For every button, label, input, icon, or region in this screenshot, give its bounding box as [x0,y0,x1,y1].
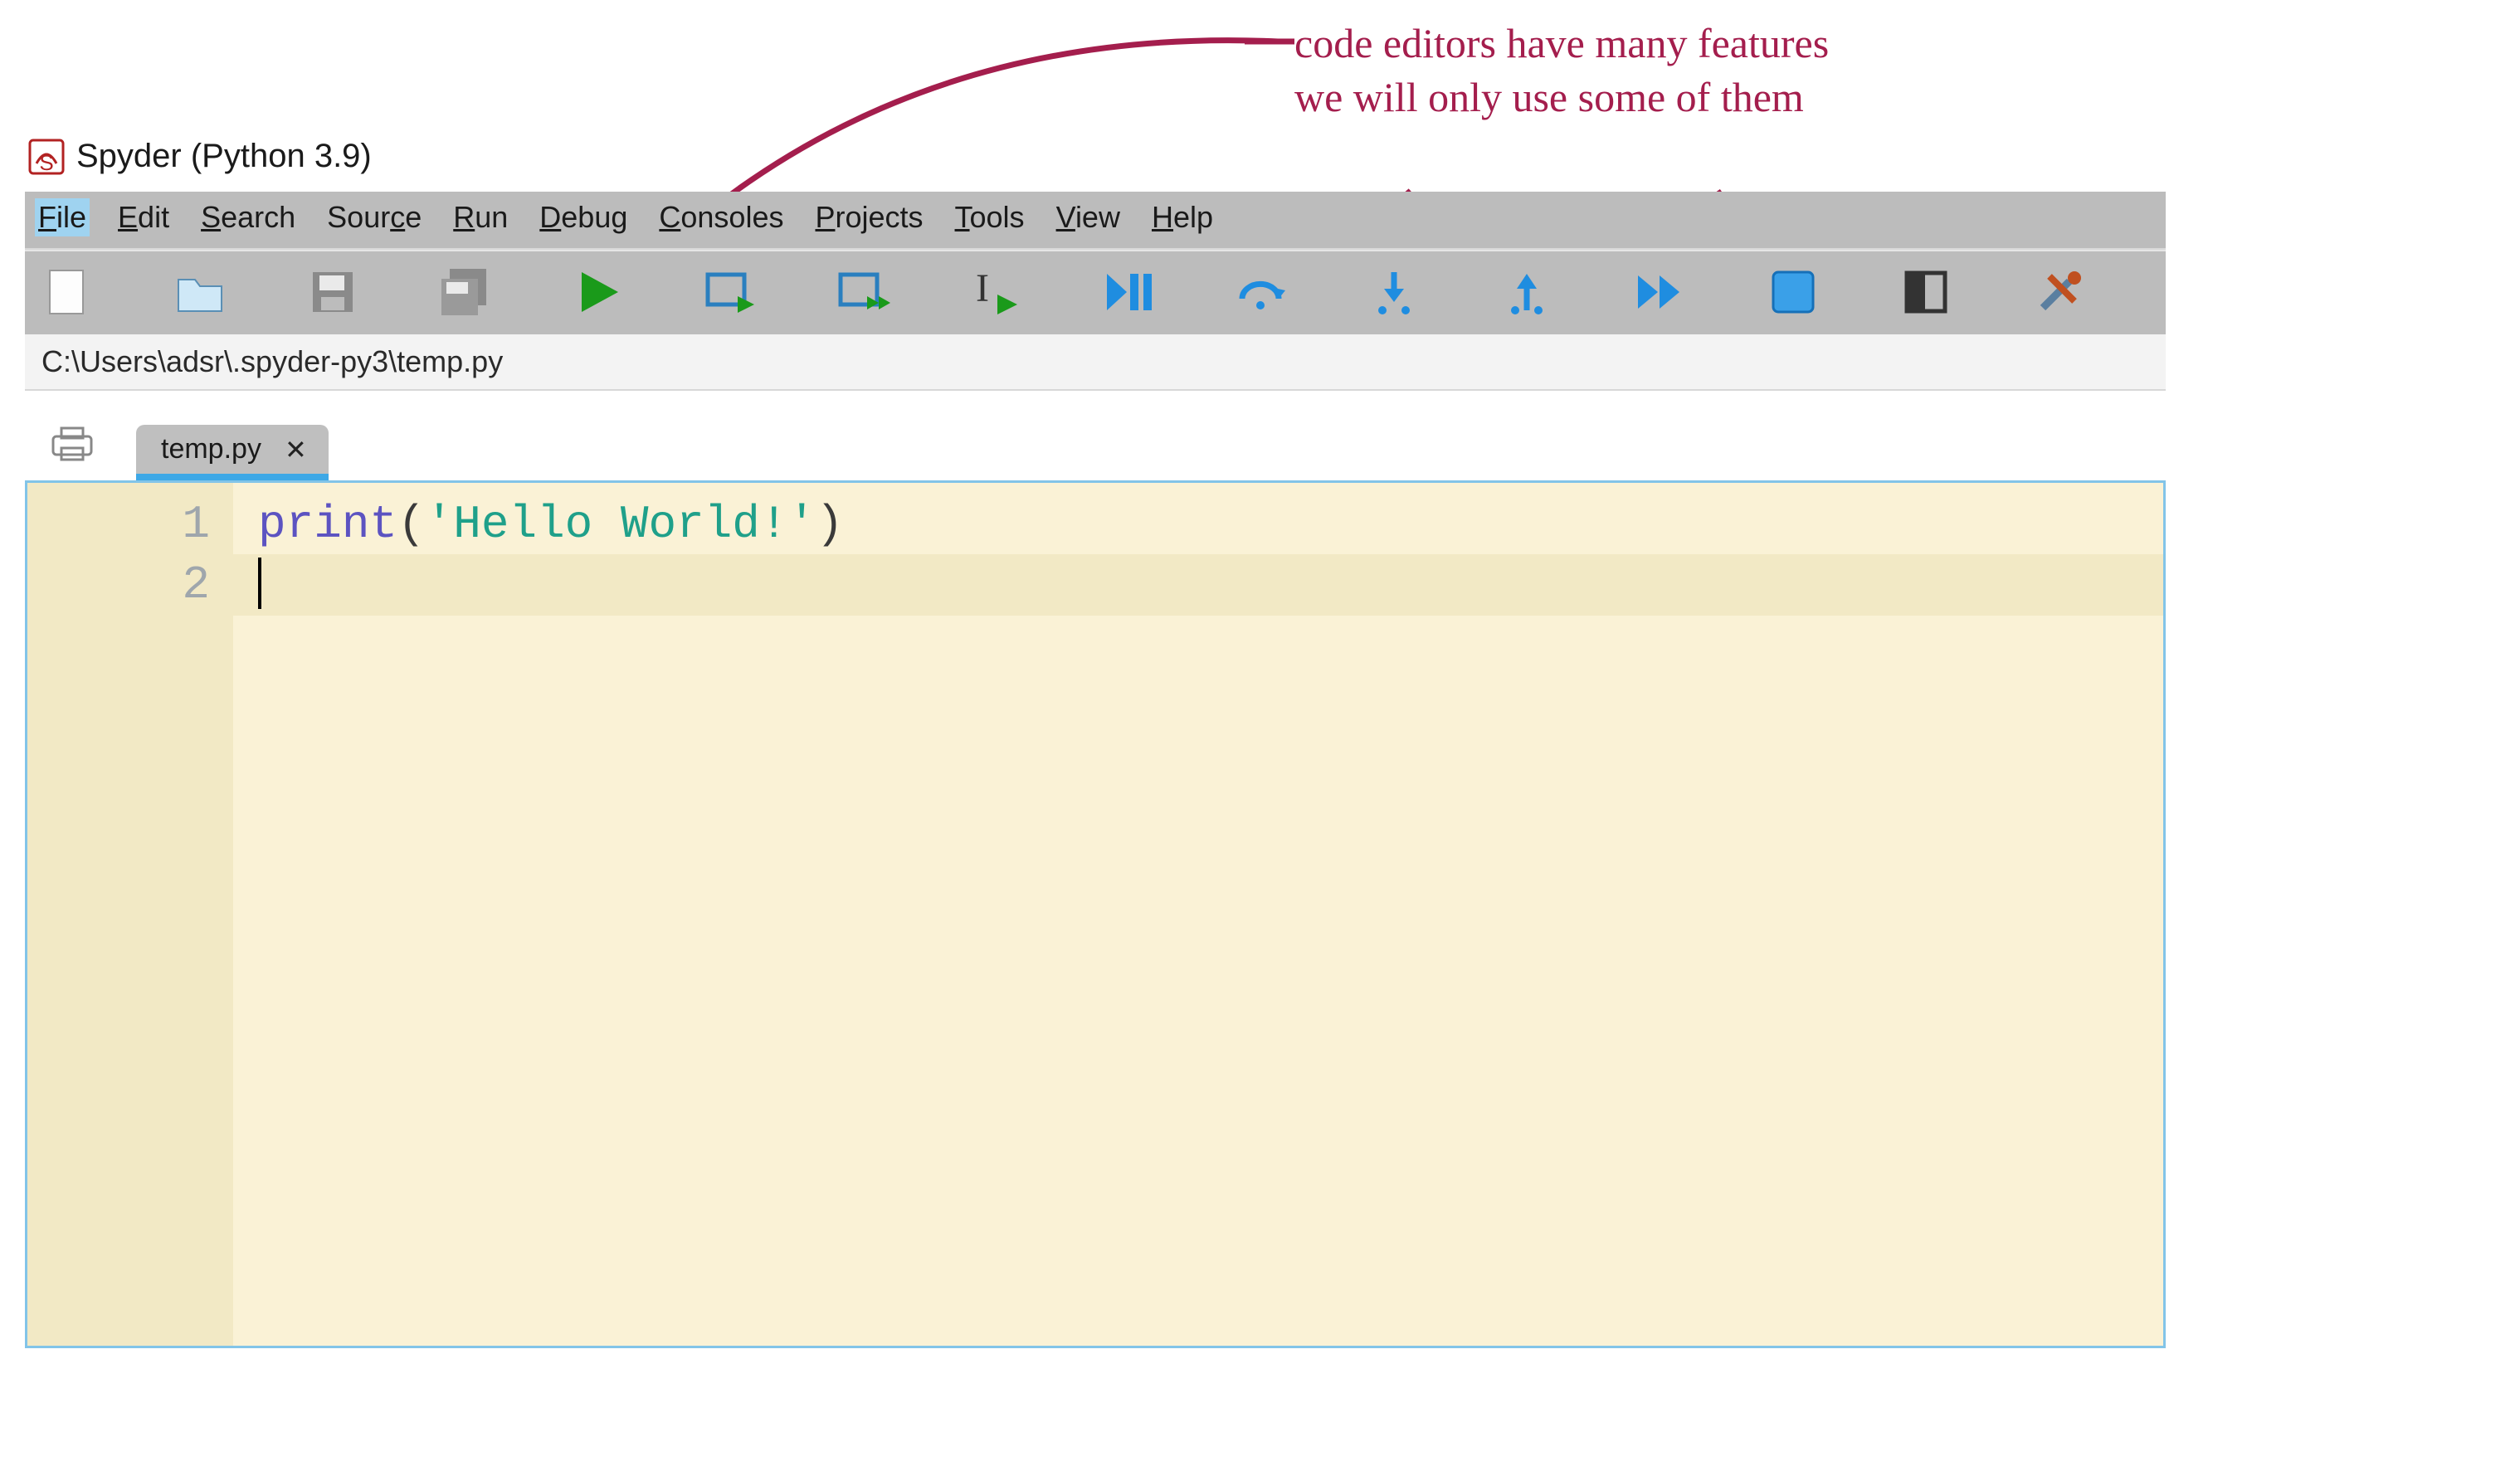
code-token-close: ) [816,498,844,551]
open-file-icon[interactable] [173,265,227,319]
menu-projects[interactable]: Projects [812,198,926,236]
svg-text:I: I [976,268,989,310]
svg-text:S: S [39,150,53,175]
menu-view[interactable]: View [1053,198,1124,236]
preferences-icon[interactable] [2031,265,2086,319]
run-cell-icon[interactable] [704,265,758,319]
close-icon[interactable]: ✕ [281,434,310,465]
toolbar: I [25,250,2166,334]
current-line-highlight [233,554,2163,616]
line-gutter: 1 2 [27,483,233,1346]
menu-search[interactable]: Search [197,198,299,236]
run-icon[interactable] [571,265,626,319]
window-title: Spyder (Python 3.9) [76,138,372,175]
max-window-icon[interactable] [1899,265,1953,319]
spyder-logo-icon: S [28,139,65,175]
print-icon[interactable] [50,425,95,461]
menu-edit[interactable]: Edit [115,198,173,236]
menu-file[interactable]: File [35,198,90,236]
code-line-1: print('Hello World!') [258,494,2163,555]
line-number: 2 [27,555,210,616]
menu-run[interactable]: Run [450,198,511,236]
new-file-icon[interactable] [40,265,95,319]
debug-icon[interactable] [1102,265,1157,319]
menu-tools[interactable]: Tools [952,198,1028,236]
menu-consoles[interactable]: Consoles [656,198,787,236]
editor-tab[interactable]: temp.py ✕ [136,425,329,480]
code-editor[interactable]: 1 2 print('Hello World!') [25,480,2166,1348]
step-over-icon[interactable] [1235,265,1289,319]
spyder-window: S Spyder (Python 3.9) File Edit Search Sour… [25,133,2166,1348]
text-cursor [258,558,261,609]
code-token-open: ( [397,498,426,551]
annotation-features: code editors have many features we will … [1294,17,1829,124]
menu-source[interactable]: Source [324,198,425,236]
menu-debug[interactable]: Debug [536,198,631,236]
menu-help[interactable]: Help [1148,198,1216,236]
continue-icon[interactable] [1633,265,1688,319]
path-bar: C:\Users\adsr\.spyder-py3\temp.py [25,334,2166,391]
tab-row: temp.py ✕ [25,391,2166,480]
code-area[interactable]: print('Hello World!') [233,483,2163,1346]
code-token-func: print [258,498,397,551]
stop-icon[interactable] [1766,265,1821,319]
save-all-icon[interactable] [438,265,493,319]
menubar: File Edit Search Source Run Debug Consoles Proj… [25,192,2166,250]
annotation-line1: code editors have many features [1294,20,1829,66]
step-out-icon[interactable] [1500,265,1555,319]
window-titlebar: S Spyder (Python 3.9) [25,133,2166,192]
annotation-line2: we will only use some of them [1294,74,1804,120]
save-icon[interactable] [305,265,360,319]
code-token-string: 'Hello World!' [426,498,816,551]
run-selection-icon[interactable]: I [969,265,1024,319]
run-cell-advance-icon[interactable] [836,265,891,319]
file-path: C:\Users\adsr\.spyder-py3\temp.py [41,344,503,378]
step-into-icon[interactable] [1367,265,1422,319]
tab-label: temp.py [161,433,261,465]
line-number: 1 [27,494,210,555]
